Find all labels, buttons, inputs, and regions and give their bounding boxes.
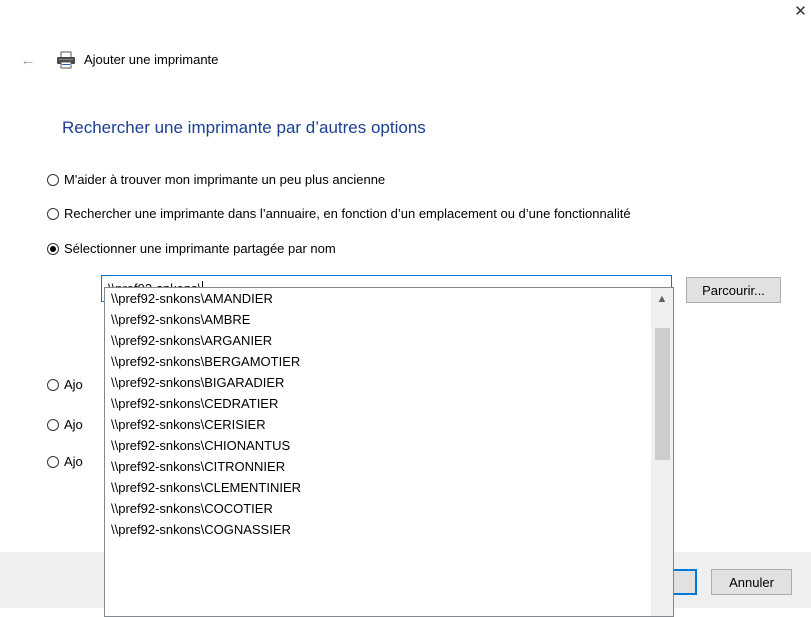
suggestion-list: \\pref92-snkons\AMANDIER \\pref92-snkons\… [105, 288, 649, 540]
browse-button[interactable]: Parcourir... [686, 277, 781, 303]
option-label: Rechercher une imprimante dans l’annuair… [64, 206, 631, 221]
suggestion-item[interactable]: \\pref92-snkons\COGNASSIER [105, 519, 649, 540]
radio-shared-by-name[interactable] [47, 242, 59, 255]
option-older-printer[interactable]: M'aider à trouver mon imprimante un peu … [47, 172, 385, 187]
option-add-tcpip[interactable]: Ajo [47, 377, 83, 392]
suggestion-item[interactable]: \\pref92-snkons\ARGANIER [105, 330, 649, 351]
option-directory-search[interactable]: Rechercher une imprimante dans l’annuair… [47, 206, 631, 221]
suggestion-item[interactable]: \\pref92-snkons\CEDRATIER [105, 393, 649, 414]
autocomplete-dropdown[interactable]: \\pref92-snkons\AMANDIER \\pref92-snkons\… [104, 287, 674, 617]
suggestion-item[interactable]: \\pref92-snkons\CITRONNIER [105, 456, 649, 477]
back-arrow-icon: ← [20, 51, 36, 69]
radio-add-tcpip[interactable] [47, 378, 59, 391]
close-button[interactable]: ✕ [790, 0, 811, 22]
radio-directory-search[interactable] [47, 207, 59, 220]
option-label: M'aider à trouver mon imprimante un peu … [64, 172, 386, 187]
suggestion-item[interactable]: \\pref92-snkons\BERGAMOTIER [105, 351, 649, 372]
option-add-bluetooth[interactable]: Ajo [47, 417, 83, 432]
cancel-button[interactable]: Annuler [711, 569, 792, 595]
back-button[interactable]: ← [18, 50, 38, 70]
suggestion-item[interactable]: \\pref92-snkons\COCOTIER [105, 498, 649, 519]
option-label: Ajo [64, 417, 83, 432]
option-label: Sélectionner une imprimante partagée par… [64, 241, 336, 256]
suggestion-item[interactable]: \\pref92-snkons\BIGARADIER [105, 372, 649, 393]
suggestion-item[interactable]: \\pref92-snkons\CHIONANTUS [105, 435, 649, 456]
radio-add-local[interactable] [47, 455, 59, 468]
dropdown-scrollbar[interactable]: ▲ [651, 288, 673, 616]
chevron-up-icon: ▲ [656, 293, 668, 305]
suggestion-item[interactable]: \\pref92-snkons\CLEMENTINIER [105, 477, 649, 498]
suggestion-item[interactable]: \\pref92-snkons\AMANDIER [105, 288, 649, 309]
radio-add-bluetooth[interactable] [47, 418, 59, 431]
printer-icon [57, 51, 75, 69]
radio-older-printer[interactable] [47, 173, 59, 186]
suggestion-item[interactable]: \\pref92-snkons\AMBRE [105, 309, 649, 330]
option-shared-by-name[interactable]: Sélectionner une imprimante partagée par… [47, 241, 336, 256]
option-add-local[interactable]: Ajo [47, 454, 83, 469]
option-label: Ajo [64, 377, 83, 392]
page-heading: Rechercher une imprimante par d’autres o… [62, 118, 426, 137]
dialog-title: Ajouter une imprimante [84, 52, 219, 67]
close-icon: ✕ [794, 3, 807, 20]
scroll-thumb[interactable] [655, 328, 670, 460]
scroll-up-arrow[interactable]: ▲ [651, 288, 673, 310]
option-label: Ajo [64, 454, 83, 469]
suggestion-item[interactable]: \\pref92-snkons\CERISIER [105, 414, 649, 435]
